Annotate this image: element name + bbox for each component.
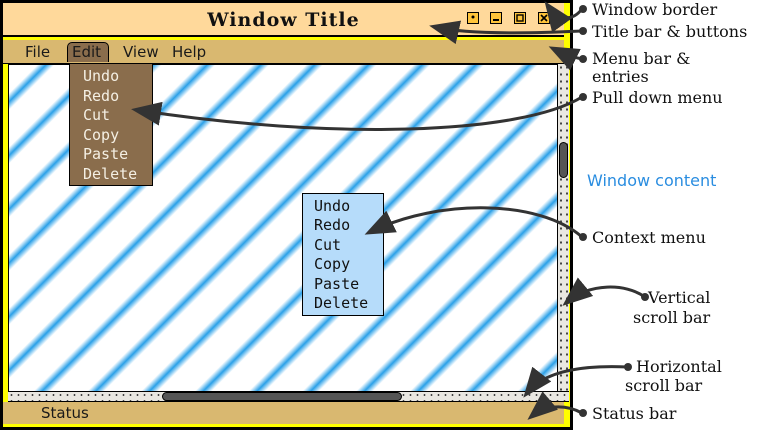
label-window-content: Window content (587, 171, 717, 190)
label-hscroll-line2: scroll bar (625, 376, 703, 395)
window-title: Window Title (207, 9, 360, 31)
label-vscroll-line2: scroll bar (633, 308, 711, 327)
context-item-undo[interactable]: Undo (314, 197, 350, 216)
context-item-cut[interactable]: Cut (314, 236, 341, 255)
arrow-vertical-scroll (562, 277, 647, 306)
help-button[interactable] (467, 12, 479, 24)
pulldown-item-cut[interactable]: Cut (83, 106, 110, 125)
close-button[interactable] (538, 12, 550, 24)
minimize-button[interactable] (490, 12, 502, 24)
label-window-border: Window border (592, 0, 718, 19)
label-vscroll-line1: Vertical (648, 288, 711, 307)
vertical-scroll-thumb[interactable] (559, 142, 568, 178)
menu-help[interactable]: Help (172, 44, 206, 62)
label-context-menu: Context menu (592, 228, 706, 247)
dot-context-menu (579, 233, 587, 241)
status-text: Status (41, 404, 89, 422)
dot-pull-down (579, 93, 587, 101)
dot-horizontal-scroll (624, 363, 632, 371)
horizontal-scroll-thumb[interactable] (162, 392, 402, 401)
label-menu-bar-line1: Menu bar & (592, 49, 691, 68)
title-bar[interactable]: Window Title (3, 3, 564, 37)
context-item-copy[interactable]: Copy (314, 255, 350, 274)
menu-file[interactable]: File (25, 44, 50, 62)
dot-title-bar (579, 27, 587, 35)
dot-status-bar (579, 409, 587, 417)
pulldown-item-undo[interactable]: Undo (83, 67, 119, 86)
context-item-redo[interactable]: Redo (314, 216, 350, 235)
pulldown-item-delete[interactable]: Delete (83, 165, 137, 184)
vertical-scroll-bar[interactable] (557, 64, 569, 391)
label-status-bar: Status bar (592, 404, 677, 423)
dot-window-border (579, 5, 587, 13)
label-hscroll-line1: Horizontal (636, 357, 722, 376)
pulldown-item-copy[interactable]: Copy (83, 126, 119, 145)
context-item-paste[interactable]: Paste (314, 275, 359, 294)
label-pull-down: Pull down menu (592, 88, 723, 107)
pulldown-item-paste[interactable]: Paste (83, 145, 128, 164)
label-title-bar: Title bar & buttons (592, 22, 748, 41)
menu-edit[interactable]: Edit (72, 44, 101, 62)
menu-view[interactable]: View (123, 44, 159, 62)
dot-menu-bar (579, 55, 587, 63)
label-menu-bar-line2: entries (592, 67, 649, 86)
maximize-button[interactable] (514, 12, 526, 24)
pulldown-item-redo[interactable]: Redo (83, 87, 119, 106)
context-item-delete[interactable]: Delete (314, 294, 368, 313)
